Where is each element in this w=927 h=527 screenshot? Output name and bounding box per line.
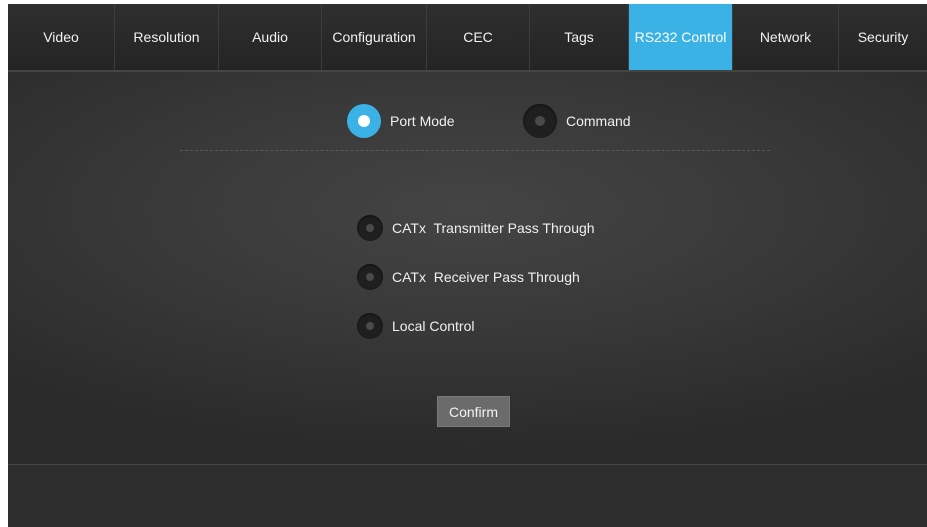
catx-transmitter-pass-through-label: CATx Transmitter Pass Through	[392, 220, 595, 236]
tab-tags[interactable]: Tags	[530, 4, 629, 70]
radio-unselected-icon	[357, 313, 383, 339]
radio-unselected-icon	[523, 104, 557, 138]
catx-receiver-pass-through-label: CATx Receiver Pass Through	[392, 269, 580, 285]
local-control-radio[interactable]: Local Control	[357, 313, 475, 339]
tab-resolution[interactable]: Resolution	[115, 4, 219, 70]
tab-network[interactable]: Network	[733, 4, 839, 70]
tab-rs232-control[interactable]: RS232 Control	[629, 4, 733, 70]
rs232-control-panel: Port Mode Command CATx Transmitter Pass …	[8, 72, 927, 464]
command-label: Command	[566, 113, 631, 129]
tab-cec[interactable]: CEC	[427, 4, 530, 70]
catx-transmitter-pass-through-radio[interactable]: CATx Transmitter Pass Through	[357, 215, 595, 241]
catx-receiver-pass-through-radio[interactable]: CATx Receiver Pass Through	[357, 264, 580, 290]
radio-unselected-icon	[357, 264, 383, 290]
mode-divider	[180, 150, 770, 151]
tab-video[interactable]: Video	[8, 4, 115, 70]
tab-audio[interactable]: Audio	[219, 4, 322, 70]
port-mode-radio[interactable]: Port Mode	[347, 104, 455, 138]
port-mode-label: Port Mode	[390, 113, 455, 129]
app-frame: Video Resolution Audio Configuration CEC…	[8, 4, 927, 527]
radio-unselected-icon	[357, 215, 383, 241]
tab-bar: Video Resolution Audio Configuration CEC…	[8, 4, 927, 70]
command-radio[interactable]: Command	[523, 104, 631, 138]
radio-selected-icon	[347, 104, 381, 138]
tab-configuration[interactable]: Configuration	[322, 4, 427, 70]
tab-security[interactable]: Security	[839, 4, 927, 70]
footer-area	[8, 465, 927, 527]
confirm-button[interactable]: Confirm	[437, 396, 510, 427]
local-control-label: Local Control	[392, 318, 475, 334]
